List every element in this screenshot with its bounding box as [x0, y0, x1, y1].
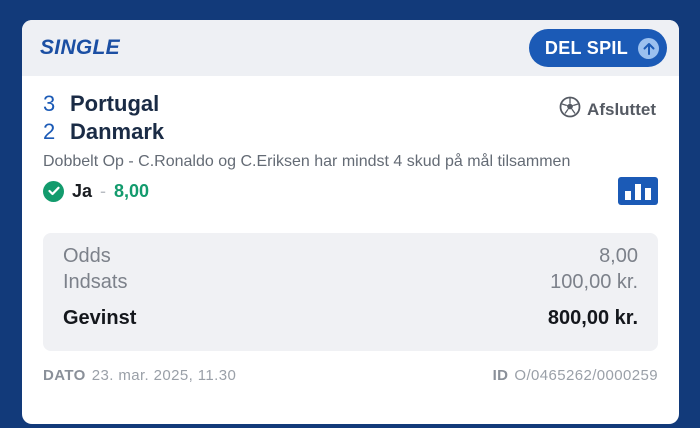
selection-odds: 8,00 — [114, 180, 150, 201]
stake-value: 100,00 kr. — [550, 271, 638, 293]
bar-chart-icon[interactable] — [618, 177, 658, 205]
bet-date: DATO 23. mar. 2025, 11.30 — [43, 367, 236, 384]
bet-footer: DATO 23. mar. 2025, 11.30 ID O/0465262/000… — [43, 367, 658, 384]
home-score: 3 — [43, 91, 56, 116]
selection-separator: - — [100, 180, 107, 201]
winnings-row: Gevinst 800,00 kr. — [63, 305, 638, 331]
match-teams: 3 Portugal 2 Danmark Afsluttet — [43, 76, 658, 152]
away-team-name: Danmark — [70, 119, 165, 144]
winnings-label: Gevinst — [63, 307, 137, 329]
date-value: 23. mar. 2025, 11.30 — [91, 367, 237, 384]
winnings-value: 800,00 kr. — [547, 307, 638, 329]
arrow-up-icon — [638, 37, 659, 59]
odds-value: 8,00 — [599, 245, 638, 267]
bet-id: ID O/0465262/0000259 — [493, 367, 658, 384]
stake-row: Indsats 100,00 kr. — [63, 269, 638, 295]
share-bet-button[interactable]: DEL SPIL — [528, 29, 667, 67]
home-team-name: Portugal — [70, 91, 160, 116]
odds-row: Odds 8,00 — [63, 243, 638, 269]
bet-body: 3 Portugal 2 Danmark Afsluttet Dobbelt O… — [22, 76, 679, 384]
bar-chart-bar — [635, 184, 641, 200]
bar-chart-bar — [625, 191, 631, 200]
bet-type-label: SINGLE — [40, 36, 120, 59]
date-label: DATO — [43, 367, 86, 384]
id-label: ID — [492, 367, 509, 384]
share-button-label: DEL SPIL — [544, 37, 628, 58]
football-icon — [559, 96, 581, 123]
match-status: Afsluttet — [559, 96, 656, 123]
away-score: 2 — [43, 119, 56, 144]
bet-card: SINGLE DEL SPIL 3 Portugal 2 Danmark Afs… — [22, 20, 679, 424]
stake-label: Indsats — [63, 271, 128, 293]
odds-label: Odds — [63, 245, 111, 267]
match-status-text: Afsluttet — [587, 99, 656, 119]
bet-market-description: Dobbelt Op - C.Ronaldo og C.Eriksen har … — [43, 153, 571, 170]
selection-name: Ja — [72, 180, 93, 201]
card-header: SINGLE DEL SPIL — [22, 20, 679, 76]
check-circle-icon — [43, 180, 64, 202]
bet-summary: Odds 8,00 Indsats 100,00 kr. Gevinst 800… — [43, 233, 658, 351]
id-value: O/0465262/0000259 — [514, 367, 658, 384]
bar-chart-bar — [645, 188, 651, 200]
bet-selection: Ja - 8,00 — [43, 177, 658, 205]
